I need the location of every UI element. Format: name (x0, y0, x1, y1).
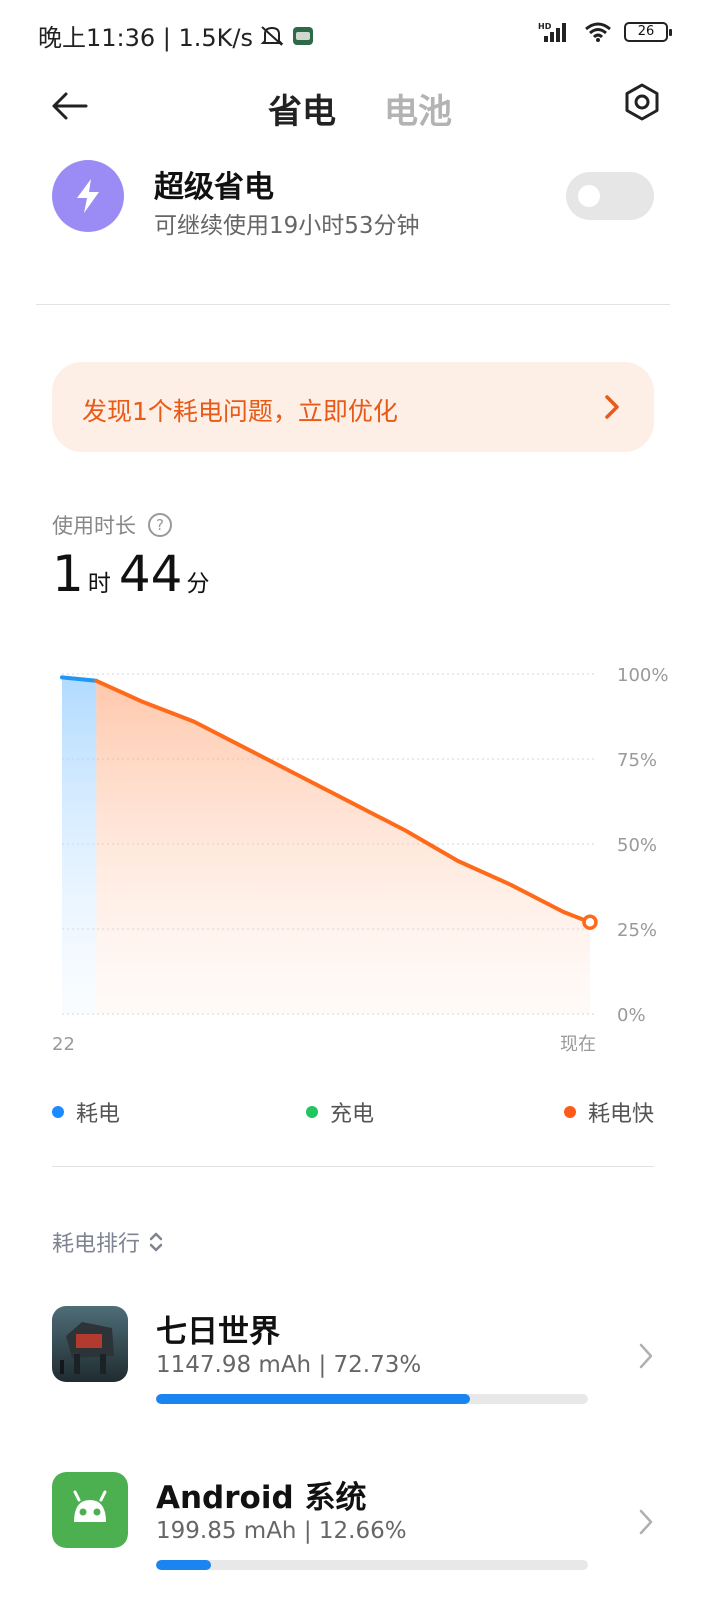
wifi-icon (585, 22, 611, 42)
settings-hexagon-icon (625, 83, 659, 121)
data-point (582, 914, 598, 930)
legend-item-charge: 充电 (306, 1096, 374, 1128)
header: 省电 电池 (0, 70, 720, 140)
y-tick-label: 75% (617, 750, 657, 771)
lightning-icon (77, 179, 99, 213)
battery-level: 26 (637, 24, 655, 39)
usage-label-text: 使用时长 (52, 514, 136, 538)
app-notification-icon (293, 26, 314, 45)
svg-text:HD: HD (538, 22, 552, 31)
android-app-icon (52, 1472, 128, 1548)
usage-bar-track (156, 1560, 588, 1570)
usage-duration-value: 1 时 44 分 (52, 545, 217, 603)
super-saver-title: 超级省电 (154, 170, 274, 205)
settings-button[interactable] (622, 82, 662, 122)
y-tick-label: 25% (617, 920, 657, 941)
super-saver-row: 超级省电 可继续使用19小时53分钟 (52, 160, 654, 240)
tab-power-saving[interactable]: 省电 (268, 84, 336, 133)
battery-icon: 26 (624, 22, 672, 42)
x-end-label: 现在 (560, 1034, 596, 1055)
chevron-right-icon (639, 1509, 653, 1535)
divider (52, 1166, 654, 1167)
help-icon[interactable]: ? (148, 513, 172, 537)
usage-duration-label: 使用时长 ? (52, 510, 172, 540)
legend-label: 充电 (330, 1102, 375, 1127)
series-area-1 (96, 680, 591, 1014)
tab-battery[interactable]: 电池 (384, 84, 452, 133)
status-time: 晚上11:36 | 1.5K/s (38, 24, 254, 52)
battery-level-chart: 100% 75% 50% 25% 0% 22 现在 (0, 640, 720, 1060)
app-name: Android 系统 (156, 1480, 367, 1516)
usage-bar-fill (156, 1394, 471, 1404)
y-tick-label: 0% (617, 1005, 646, 1026)
app-row-qiri-shijie[interactable]: 七日世界 1147.98 mAh | 72.73% (52, 1306, 668, 1416)
status-bar: 晚上11:36 | 1.5K/s HD 26 (0, 0, 720, 70)
super-saver-badge (52, 160, 124, 232)
legend-dot (52, 1106, 64, 1118)
usage-hours: 1 (52, 545, 84, 603)
series-area-0 (62, 677, 97, 1014)
legend-dot (306, 1106, 318, 1118)
usage-hours-unit: 时 (87, 571, 111, 597)
optimize-issue-banner[interactable]: 发现1个耗电问题，立即优化 (52, 362, 654, 452)
usage-minutes: 44 (118, 545, 183, 603)
usage-bar-fill (156, 1560, 211, 1570)
legend-item-fast-drain: 耗电快 (563, 1096, 654, 1128)
y-tick-label: 50% (617, 835, 657, 856)
super-saver-subtitle: 可继续使用19小时53分钟 (154, 213, 420, 239)
optimize-issue-text: 发现1个耗电问题，立即优化 (82, 397, 398, 426)
super-saver-toggle[interactable] (566, 172, 654, 220)
y-tick-label: 100% (617, 665, 668, 686)
app-row-android-system[interactable]: Android 系统 199.85 mAh | 12.66% (52, 1472, 668, 1582)
game-app-icon (52, 1306, 128, 1382)
x-start-label: 22 (52, 1034, 75, 1055)
usage-bar-track (156, 1394, 588, 1404)
legend-label: 耗电 (76, 1102, 121, 1127)
tab-bar: 省电 电池 (0, 84, 720, 133)
app-name: 七日世界 (156, 1314, 280, 1350)
legend-label: 耗电快 (587, 1102, 654, 1127)
mute-bell-icon (260, 25, 284, 46)
status-right: HD 26 (538, 20, 672, 44)
chart-legend: 耗电 充电 耗电快 (52, 1096, 654, 1128)
ranking-label: 耗电排行 (52, 1232, 141, 1257)
status-left: 晚上11:36 | 1.5K/s (38, 18, 315, 53)
sort-updown-icon (149, 1232, 163, 1252)
legend-dot (563, 1106, 576, 1118)
usage-minutes-unit: 分 (186, 571, 210, 597)
battery-chart-svg: 100% 75% 50% 25% 0% 22 现在 (52, 665, 668, 1055)
ranking-sort-button[interactable]: 耗电排行 (52, 1226, 164, 1258)
legend-item-drain: 耗电 (52, 1096, 120, 1128)
toggle-knob (578, 185, 600, 207)
hd-signal-icon: HD (538, 22, 566, 42)
app-usage-stats: 1147.98 mAh | 72.73% (156, 1352, 422, 1378)
chevron-right-icon (639, 1343, 653, 1369)
divider (36, 304, 670, 305)
chevron-right-icon (605, 395, 619, 419)
app-usage-stats: 199.85 mAh | 12.66% (156, 1518, 407, 1544)
